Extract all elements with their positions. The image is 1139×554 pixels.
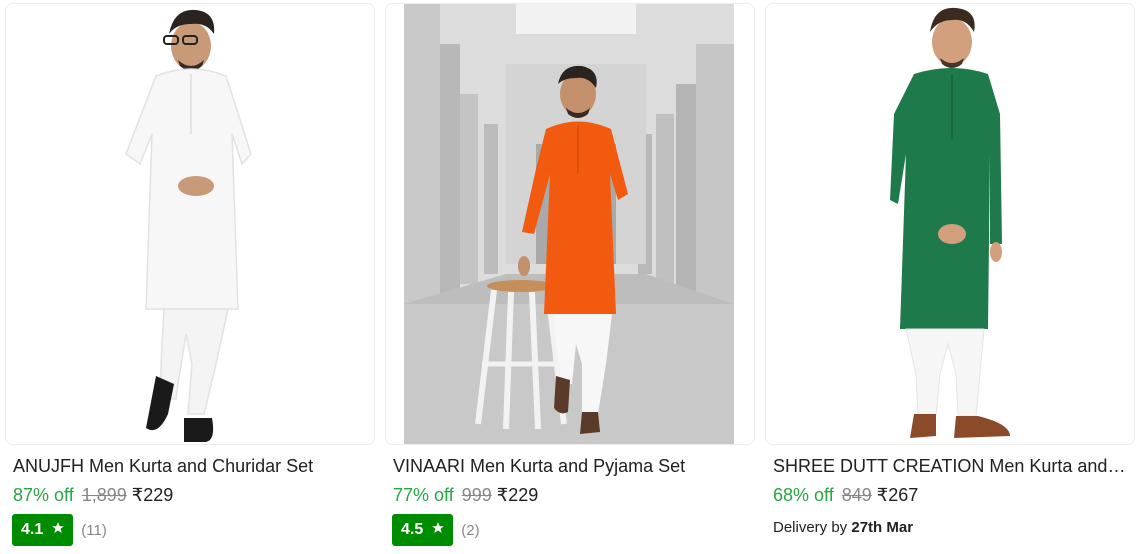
discount-label: 87% off [13,485,74,505]
delivery-info: Delivery by 27th Mar [773,519,1135,536]
product-photo-white-kurta [6,4,374,444]
product-photo-orange-kurta [386,4,754,444]
product-photo-green-kurta [766,4,1134,444]
product-card[interactable]: SHREE DUTT CREATION Men Kurta and Pyjama… [765,3,1135,546]
selling-price: ₹229 [131,485,174,505]
product-image[interactable] [765,3,1135,445]
rating-count: (11) [81,521,107,539]
discount-label: 68% off [773,485,834,505]
product-title[interactable]: ANUJFH Men Kurta and Churidar Set [13,454,368,478]
price-row: 77% off 999 ₹229 [393,483,755,507]
rating-row: 4.1 (11) [12,514,375,546]
star-icon [51,521,65,540]
selling-price: ₹229 [496,485,539,505]
rating-row: 4.5 (2) [392,514,755,546]
delivery-prefix: Delivery by [773,519,848,536]
product-title[interactable]: SHREE DUTT CREATION Men Kurta and Pyjama… [773,454,1128,478]
product-card[interactable]: ANUJFH Men Kurta and Churidar Set 87% of… [5,3,375,546]
rating-value: 4.1 [21,521,44,538]
original-price: 1,899 [81,485,127,505]
selling-price: ₹267 [876,485,919,505]
product-image[interactable] [385,3,755,445]
product-title[interactable]: VINAARI Men Kurta and Pyjama Set [393,454,748,478]
price-row: 87% off 1,899 ₹229 [13,483,375,507]
star-icon [431,521,445,540]
rating-badge: 4.1 [12,514,74,546]
product-grid: ANUJFH Men Kurta and Churidar Set 87% of… [5,3,1135,546]
rating-count: (2) [461,521,480,539]
product-image[interactable] [5,3,375,445]
discount-label: 77% off [393,485,454,505]
original-price: 849 [841,485,872,505]
price-row: 68% off 849 ₹267 [773,483,1135,507]
product-card[interactable]: VINAARI Men Kurta and Pyjama Set 77% off… [385,3,755,546]
rating-value: 4.5 [401,521,424,538]
delivery-date: 27th Mar [851,519,914,536]
original-price: 999 [461,485,492,505]
rating-badge: 4.5 [392,514,454,546]
